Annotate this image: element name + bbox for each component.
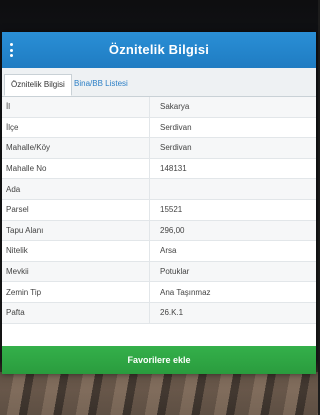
table-row: Mevkii Potuklar: [2, 261, 316, 283]
attribute-value: 296,00: [160, 225, 185, 235]
table-row: Parsel 15521: [2, 199, 316, 221]
attribute-dialog: Öznitelik Bilgisi Öznitelik Bilgisi Bina…: [2, 32, 316, 374]
table-row: Tapu Alanı 296,00: [2, 220, 316, 242]
map-tiles: [0, 372, 318, 415]
attribute-value: Serdivan: [160, 143, 192, 153]
attribute-value: Arsa: [160, 246, 177, 256]
attribute-value: 148131: [160, 164, 187, 174]
attribute-value: Ana Taşınmaz: [160, 287, 211, 297]
dialog-titlebar: Öznitelik Bilgisi: [2, 32, 316, 68]
attribute-key: İl: [2, 97, 150, 117]
attribute-value: Sakarya: [160, 102, 190, 112]
table-row: Mahalle No 148131: [2, 158, 316, 180]
attribute-key: Ada: [2, 179, 150, 199]
attribute-table: İl Sakarya İlçe Serdivan Mahalle/Köy Ser…: [2, 97, 316, 324]
table-row: İlçe Serdivan: [2, 117, 316, 139]
attribute-value: Potuklar: [160, 267, 190, 277]
attribute-key: Mahalle No: [2, 158, 150, 179]
attribute-key: Mevkii: [2, 261, 150, 282]
tab-attribute-info[interactable]: Öznitelik Bilgisi: [4, 74, 72, 96]
table-row: Ada: [2, 179, 316, 200]
tab-bar: Öznitelik Bilgisi Bina/BB Listesi: [2, 68, 316, 97]
tab-building-list[interactable]: Bina/BB Listesi: [68, 74, 134, 96]
attribute-key: İlçe: [2, 117, 150, 138]
attribute-value: Serdivan: [160, 122, 192, 132]
attribute-value: [150, 179, 160, 199]
attribute-key: Tapu Alanı: [2, 220, 150, 241]
attribute-key: Zemin Tip: [2, 282, 150, 302]
attribute-value: 26.K.1: [160, 308, 184, 318]
dialog-title: Öznitelik Bilgisi: [108, 42, 210, 57]
attribute-key: Pafta: [2, 302, 150, 323]
add-to-favorites-button[interactable]: Favorilere ekle: [2, 346, 316, 374]
table-row: Nitelik Arsa: [2, 241, 316, 262]
table-row: Pafta 26.K.1: [2, 302, 316, 324]
table-row: Mahalle/Köy Serdivan: [2, 138, 316, 159]
attribute-value: 15521: [160, 205, 183, 215]
table-row: Zemin Tip Ana Taşınmaz: [2, 282, 316, 303]
attribute-key: Nitelik: [2, 241, 150, 261]
attribute-key: Mahalle/Köy: [2, 138, 150, 158]
table-row: İl Sakarya: [2, 97, 316, 118]
attribute-key: Parsel: [2, 199, 150, 220]
